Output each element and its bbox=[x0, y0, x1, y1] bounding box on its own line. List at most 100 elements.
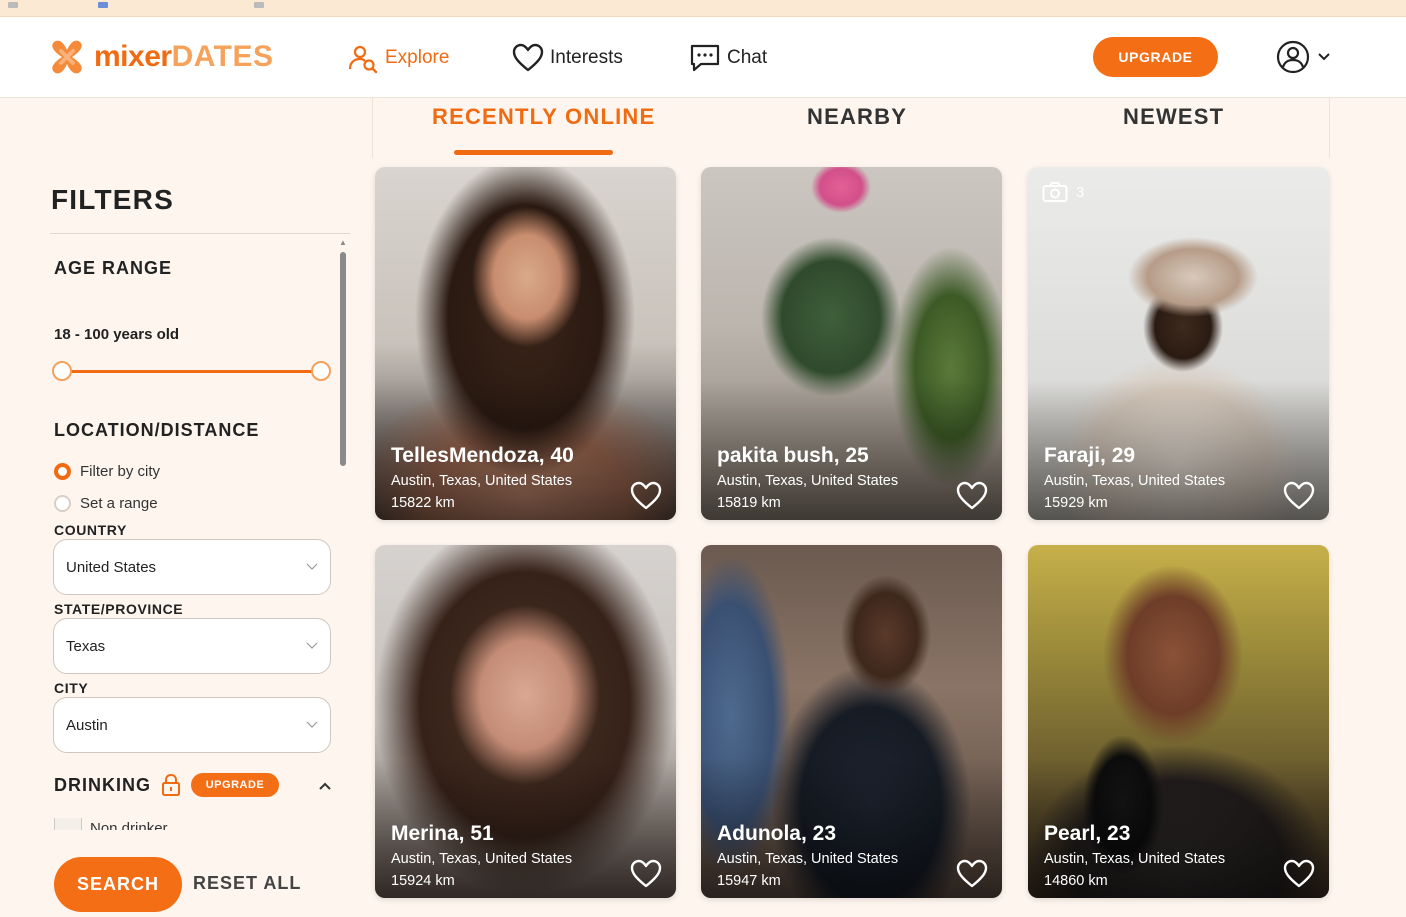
favorite-heart-icon[interactable] bbox=[630, 859, 662, 889]
drinking-title: DRINKING bbox=[54, 774, 151, 795]
profile-location: Austin, Texas, United States bbox=[1044, 473, 1226, 489]
profile-distance: 15947 km bbox=[717, 873, 781, 889]
tab-nearby[interactable]: NEARBY bbox=[807, 104, 907, 130]
nav-chat-label: Chat bbox=[727, 47, 768, 68]
city-label: CITY bbox=[54, 680, 89, 696]
favorite-heart-icon[interactable] bbox=[956, 859, 988, 889]
upgrade-button[interactable]: UPGRADE bbox=[1093, 37, 1218, 77]
browser-bookmark-bar bbox=[0, 0, 1406, 17]
radio-set-range[interactable]: Set a range bbox=[54, 495, 158, 512]
divider bbox=[50, 233, 350, 234]
profile-distance: 15929 km bbox=[1044, 495, 1108, 511]
profile-distance: 15822 km bbox=[391, 495, 455, 511]
profile-location: Austin, Texas, United States bbox=[391, 851, 573, 867]
profile-name: pakita bush, 25 bbox=[717, 444, 869, 467]
profile-location: Austin, Texas, United States bbox=[1044, 851, 1226, 867]
profile-location: Austin, Texas, United States bbox=[717, 473, 899, 489]
profile-name: Faraji, 29 bbox=[1044, 444, 1136, 467]
top-navbar: mixerDATES Explore Interests Chat UPGRAD… bbox=[0, 17, 1406, 98]
profile-distance: 14860 km bbox=[1044, 873, 1108, 889]
checkbox-non-drinker[interactable]: Non drinker bbox=[54, 818, 168, 830]
profile-name: Adunola, 23 bbox=[717, 822, 837, 845]
logo-wordmark: mixerDATES bbox=[94, 40, 274, 73]
user-avatar-icon bbox=[1276, 40, 1310, 74]
profile-name: Pearl, 23 bbox=[1044, 822, 1131, 845]
nav-chat[interactable]: Chat bbox=[689, 41, 767, 75]
profile-distance: 15819 km bbox=[717, 495, 781, 511]
mixer-logo-icon bbox=[52, 40, 82, 74]
reset-all-button[interactable]: RESET ALL bbox=[193, 873, 301, 894]
state-label: STATE/PROVINCE bbox=[54, 601, 184, 617]
profile-card[interactable]: Adunola, 23 Austin, Texas, United States… bbox=[701, 545, 1002, 898]
lock-icon bbox=[162, 774, 180, 796]
bookmark-icon[interactable] bbox=[254, 2, 264, 8]
profile-card[interactable]: 3 Faraji, 29 Austin, Texas, United State… bbox=[1028, 167, 1329, 520]
age-range-slider[interactable] bbox=[52, 360, 332, 382]
nav-interests-label: Interests bbox=[550, 47, 623, 68]
location-title: LOCATION/DISTANCE bbox=[54, 420, 260, 440]
scrollbar-thumb[interactable] bbox=[340, 252, 346, 466]
nav-interests[interactable]: Interests bbox=[512, 41, 623, 75]
profile-distance: 15924 km bbox=[391, 873, 455, 889]
profile-location: Austin, Texas, United States bbox=[717, 851, 899, 867]
profile-card[interactable]: Pearl, 23 Austin, Texas, United States 1… bbox=[1028, 545, 1329, 898]
slider-min-handle[interactable] bbox=[52, 361, 72, 381]
profile-location: Austin, Texas, United States bbox=[391, 473, 573, 489]
filters-sidebar: FILTERS ▲ AGE RANGE 18 - 100 years old L… bbox=[0, 98, 352, 917]
radio-selected[interactable] bbox=[54, 463, 71, 480]
radio-unselected[interactable] bbox=[54, 495, 71, 512]
drinking-section-header: DRINKING UPGRADE bbox=[54, 773, 279, 797]
chevron-up-icon[interactable] bbox=[318, 781, 332, 791]
checkbox-label: Non drinker bbox=[90, 819, 168, 831]
sidebar-scrollbar[interactable]: ▲ bbox=[338, 238, 348, 828]
slider-track bbox=[62, 370, 322, 373]
chevron-down-icon bbox=[306, 642, 318, 649]
country-select[interactable]: United States bbox=[53, 539, 331, 595]
logo[interactable]: mixerDATES bbox=[50, 39, 274, 75]
photo-count: 3 bbox=[1076, 183, 1085, 201]
scroll-up-icon[interactable]: ▲ bbox=[338, 238, 348, 248]
radio-filter-by-city[interactable]: Filter by city bbox=[54, 463, 160, 480]
nav-explore-label: Explore bbox=[385, 47, 450, 68]
profile-name: TellesMendoza, 40 bbox=[391, 444, 574, 467]
favorite-heart-icon[interactable] bbox=[1283, 859, 1315, 889]
profile-name: Merina, 51 bbox=[391, 822, 494, 845]
chevron-down-icon bbox=[1318, 53, 1330, 61]
tab-newest[interactable]: NEWEST bbox=[1123, 104, 1224, 130]
checkbox[interactable] bbox=[54, 818, 82, 830]
radio-label: Filter by city bbox=[80, 463, 161, 480]
user-search-icon bbox=[347, 42, 379, 74]
favorite-heart-icon[interactable] bbox=[956, 481, 988, 511]
tab-recently-online[interactable]: RECENTLY ONLINE bbox=[432, 104, 655, 130]
search-button[interactable]: SEARCH bbox=[54, 857, 182, 912]
chevron-down-icon bbox=[306, 721, 318, 728]
results-tabs: RECENTLY ONLINE NEARBY NEWEST bbox=[372, 98, 1330, 158]
country-value: United States bbox=[66, 558, 157, 576]
radio-label: Set a range bbox=[80, 495, 158, 512]
camera-icon bbox=[1042, 182, 1068, 202]
age-range-title: AGE RANGE bbox=[54, 258, 173, 278]
chat-icon bbox=[689, 42, 721, 74]
profile-card[interactable]: Merina, 51 Austin, Texas, United States … bbox=[375, 545, 676, 898]
filters-title: FILTERS bbox=[51, 184, 174, 215]
country-label: COUNTRY bbox=[54, 522, 127, 538]
slider-max-handle[interactable] bbox=[311, 361, 331, 381]
bookmark-icon[interactable] bbox=[98, 2, 108, 8]
account-menu[interactable] bbox=[1276, 39, 1332, 75]
chevron-down-icon bbox=[306, 563, 318, 570]
city-value: Austin bbox=[66, 716, 108, 734]
heart-icon bbox=[512, 42, 544, 74]
favorite-heart-icon[interactable] bbox=[630, 481, 662, 511]
favorite-heart-icon[interactable] bbox=[1283, 481, 1315, 511]
drinking-upgrade-badge[interactable]: UPGRADE bbox=[191, 773, 279, 797]
state-value: Texas bbox=[66, 637, 106, 655]
age-range-value: 18 - 100 years old bbox=[54, 326, 180, 343]
state-select[interactable]: Texas bbox=[53, 618, 331, 674]
active-tab-indicator bbox=[454, 150, 613, 155]
profile-card[interactable]: pakita bush, 25 Austin, Texas, United St… bbox=[701, 167, 1002, 520]
bookmark-icon[interactable] bbox=[8, 2, 18, 8]
photo-count-badge: 3 bbox=[1042, 181, 1084, 203]
profile-card[interactable]: TellesMendoza, 40 Austin, Texas, United … bbox=[375, 167, 676, 520]
nav-explore[interactable]: Explore bbox=[347, 41, 449, 75]
city-select[interactable]: Austin bbox=[53, 697, 331, 753]
